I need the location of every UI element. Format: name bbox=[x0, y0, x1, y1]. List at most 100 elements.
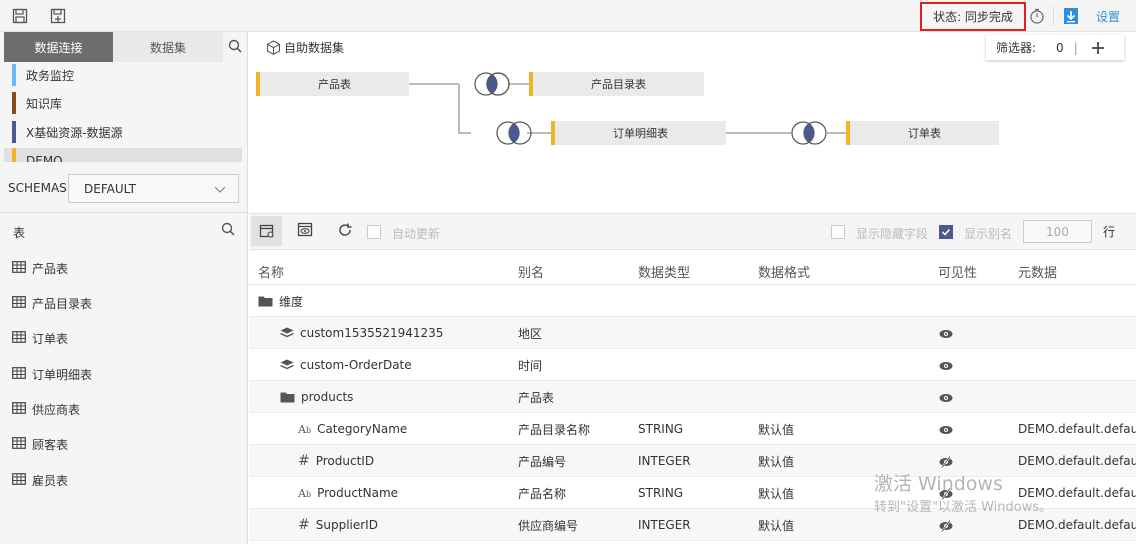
field-alias: 产品名称 bbox=[518, 486, 567, 501]
tables-section-title: 表 bbox=[13, 226, 26, 240]
table-row[interactable] bbox=[249, 445, 1136, 477]
search-icon[interactable] bbox=[228, 39, 242, 56]
toolbar-divider bbox=[1053, 6, 1054, 26]
table-list-label: 雇员表 bbox=[32, 473, 69, 488]
table-icon bbox=[12, 366, 26, 382]
node-label: 订单表 bbox=[908, 127, 941, 140]
node-label: 产品表 bbox=[318, 78, 351, 91]
field-format: 默认值 bbox=[758, 486, 795, 501]
field-name-cell: products bbox=[280, 381, 353, 413]
text-type-icon: Ab bbox=[298, 486, 312, 500]
table-list-item[interactable]: 订单明细表 bbox=[12, 365, 92, 383]
inner-join-icon[interactable] bbox=[473, 71, 511, 100]
connection-color-marker bbox=[12, 148, 16, 162]
table-list-item[interactable]: 供应商表 bbox=[12, 400, 80, 418]
visible-eye-icon[interactable] bbox=[939, 382, 953, 414]
field-name-cell: Ab CategoryName bbox=[298, 413, 407, 445]
timer-icon[interactable] bbox=[1028, 7, 1046, 25]
table-list-item[interactable]: 产品表 bbox=[12, 259, 68, 277]
field-table-header bbox=[249, 252, 1136, 285]
field-alias: 时间 bbox=[518, 358, 543, 373]
column-header-visibility[interactable]: 可见性 bbox=[938, 262, 977, 281]
inner-join-icon[interactable] bbox=[790, 120, 828, 149]
table-row[interactable] bbox=[249, 381, 1136, 413]
layers-icon bbox=[280, 359, 294, 371]
auto-update-checkbox[interactable] bbox=[367, 225, 381, 239]
download-icon[interactable] bbox=[1062, 7, 1080, 25]
tab-dataset[interactable]: 数据集 bbox=[113, 32, 223, 62]
table-row[interactable] bbox=[249, 285, 1136, 317]
search-icon[interactable] bbox=[221, 222, 235, 239]
layers-icon bbox=[280, 327, 294, 339]
connection-item-selected[interactable]: DEMO bbox=[4, 148, 242, 162]
field-name-cell: 维度 bbox=[258, 285, 303, 317]
save-as-icon[interactable] bbox=[49, 7, 67, 25]
field-name-cell: Ab ProductName bbox=[298, 477, 398, 509]
inner-join-icon[interactable] bbox=[495, 120, 533, 149]
table-list-item[interactable]: 顾客表 bbox=[12, 435, 68, 453]
tab-data-connection[interactable]: 数据连接 bbox=[4, 32, 113, 62]
field-type: STRING bbox=[638, 422, 684, 436]
table-icon bbox=[12, 472, 26, 488]
node-label: 产品目录表 bbox=[591, 78, 646, 91]
field-alias: 产品目录名称 bbox=[518, 422, 591, 437]
dataset-node[interactable]: 订单表 bbox=[846, 121, 999, 145]
settings-link[interactable]: 设置 bbox=[1096, 8, 1120, 25]
schemas-selected-value: DEFAULT bbox=[84, 181, 136, 196]
connection-item[interactable]: X基础资源-数据源 bbox=[12, 121, 123, 143]
dataset-node[interactable]: 产品目录表 bbox=[529, 72, 704, 96]
column-header-format[interactable]: 数据格式 bbox=[758, 262, 810, 281]
field-metadata: DEMO.default.defau bbox=[1018, 454, 1136, 468]
table-list-item[interactable]: 雇员表 bbox=[12, 471, 68, 489]
rows-unit-label: 行 bbox=[1103, 225, 1116, 239]
sync-status-text: 状态: 同步完成 bbox=[933, 10, 1013, 24]
column-header-metadata[interactable]: 元数据 bbox=[1018, 262, 1057, 281]
visible-eye-icon[interactable] bbox=[939, 350, 953, 382]
field-alias: 供应商编号 bbox=[518, 518, 579, 533]
field-alias: 产品编号 bbox=[518, 454, 567, 469]
show-hidden-fields-checkbox[interactable] bbox=[831, 225, 845, 239]
table-list-item[interactable]: 订单表 bbox=[12, 329, 68, 347]
connection-label: 政务监控 bbox=[26, 68, 75, 83]
field-format: 默认值 bbox=[758, 454, 795, 469]
preview-rows-input[interactable]: 100 bbox=[1023, 220, 1092, 243]
visible-eye-icon[interactable] bbox=[939, 414, 953, 446]
table-list-item[interactable]: 产品目录表 bbox=[12, 294, 92, 312]
visible-eye-icon[interactable] bbox=[939, 318, 953, 350]
field-name: custom1535521941235 bbox=[300, 326, 444, 340]
field-name-cell: custom-OrderDate bbox=[280, 349, 412, 381]
dataset-node[interactable]: 订单明细表 bbox=[551, 121, 726, 145]
check-icon bbox=[941, 228, 951, 236]
show-hidden-fields-label: 显示隐藏字段 bbox=[856, 227, 929, 241]
connection-label: DEMO bbox=[26, 154, 63, 162]
table-list-label: 订单明细表 bbox=[32, 367, 93, 382]
column-header-name[interactable]: 名称 bbox=[258, 262, 284, 281]
connection-color-marker bbox=[12, 64, 16, 86]
table-icon bbox=[12, 401, 26, 417]
show-alias-checkbox[interactable] bbox=[939, 225, 953, 239]
field-name: CategoryName bbox=[317, 422, 408, 436]
folder-icon bbox=[280, 391, 295, 403]
column-header-alias[interactable]: 别名 bbox=[518, 262, 544, 281]
connection-item[interactable]: 知识库 bbox=[12, 92, 62, 114]
dataset-node[interactable]: 产品表 bbox=[256, 72, 409, 96]
field-settings-tool-button[interactable] bbox=[251, 216, 282, 246]
refresh-icon[interactable] bbox=[337, 222, 353, 241]
number-type-icon: # bbox=[298, 453, 310, 469]
field-metadata bbox=[1018, 381, 1136, 413]
preview-tool-button[interactable] bbox=[297, 222, 313, 241]
schemas-select[interactable]: DEFAULT bbox=[68, 174, 239, 203]
field-name: ProductName bbox=[317, 486, 399, 500]
number-type-icon: # bbox=[298, 517, 310, 533]
connection-color-marker bbox=[12, 92, 16, 114]
field-name-cell: # ProductID bbox=[298, 445, 374, 477]
divider bbox=[0, 212, 248, 213]
table-list-label: 顾客表 bbox=[32, 437, 69, 452]
field-metadata bbox=[1018, 349, 1136, 381]
connection-item[interactable]: 政务监控 bbox=[12, 64, 74, 86]
field-metadata bbox=[1018, 285, 1136, 317]
column-header-type[interactable]: 数据类型 bbox=[638, 262, 690, 281]
table-list-label: 订单表 bbox=[32, 331, 69, 346]
save-icon[interactable] bbox=[11, 7, 29, 25]
connection-label: 知识库 bbox=[26, 96, 63, 111]
